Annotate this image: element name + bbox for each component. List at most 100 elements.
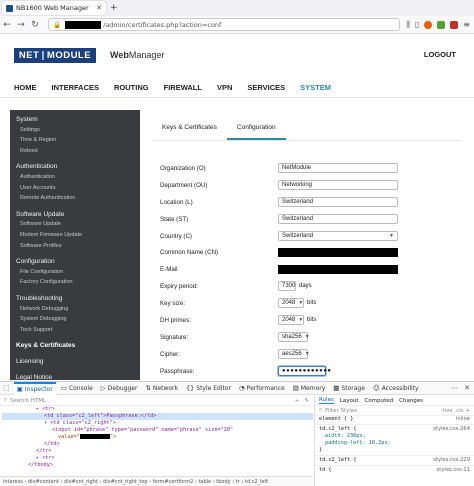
url-bar[interactable]: 🔒 /admin/certificates.php?action=conf: [48, 18, 401, 31]
css-rule-c2-left-2[interactable]: styles.css:229 td.c2_left {: [315, 457, 474, 464]
department-input[interactable]: Networking: [278, 180, 398, 190]
devtools-tab-network[interactable]: ⇅ Network: [142, 382, 181, 395]
nav-interfaces[interactable]: INTERFACES: [52, 83, 100, 92]
organization-input[interactable]: NetModule: [278, 163, 398, 173]
sidebar-item-modem-firmware-update[interactable]: Modem Firmware Update: [10, 232, 92, 238]
tab-keys-certificates[interactable]: Keys & Certificates: [152, 120, 227, 140]
signature-select[interactable]: sha256 ▼: [278, 332, 310, 342]
pick-element-icon[interactable]: ⬚: [3, 384, 10, 392]
css-rule-td[interactable]: styles.css:11 td {: [315, 467, 474, 474]
common-name-input-redacted[interactable]: [278, 247, 398, 257]
logout-link[interactable]: LOGOUT: [424, 50, 456, 59]
devtools-tab-style-editor[interactable]: {} Style Editor: [183, 382, 234, 395]
keysize-unit: bits: [307, 300, 317, 306]
devtools-tab-memory[interactable]: ▤ Memory: [290, 382, 329, 395]
sidebar-item-licensing[interactable]: Licensing: [10, 358, 49, 365]
tab-changes[interactable]: Changes: [399, 398, 423, 404]
devtools-tab-storage[interactable]: ▦ Storage: [330, 382, 368, 395]
code-line[interactable]: ▸ <tr>: [2, 455, 313, 462]
tab-configuration[interactable]: Configuration: [226, 120, 286, 140]
nav-firewall[interactable]: FIREWALL: [164, 83, 202, 92]
keysize-select[interactable]: 2048 ▼: [278, 298, 304, 308]
sidebar-item-troubleshooting[interactable]: Troubleshooting: [10, 295, 68, 302]
sidebar-item-file-configuration[interactable]: File Configuration: [10, 269, 73, 275]
sidebar-item-tech-support[interactable]: Tech Support: [10, 327, 62, 333]
sidebar-item-authentication[interactable]: Authentication: [10, 174, 65, 180]
cipher-select[interactable]: aes256 ▼: [278, 349, 310, 359]
forward-icon[interactable]: →: [14, 20, 28, 30]
browser-tab[interactable]: NB1600 Web Manager ✕: [2, 1, 106, 15]
code-line[interactable]: </tr>: [2, 448, 313, 455]
close-tab-icon[interactable]: ✕: [96, 4, 102, 12]
tab-layout[interactable]: Layout: [340, 398, 359, 404]
code-line[interactable]: ▾ <td class="c2_right">: [2, 420, 313, 427]
sidebar-item-keys-certificates[interactable]: Keys & Certificates: [10, 342, 81, 349]
css-rule-element[interactable]: inline element { }: [315, 416, 474, 423]
devtools-options-icon[interactable]: ⋯: [451, 384, 458, 392]
sidebar-item-software-update[interactable]: Software Update: [10, 221, 71, 227]
code-line[interactable]: <input id="phrase" type="password" name=…: [2, 427, 313, 434]
sidebar-toggle-icon[interactable]: ▯: [415, 20, 419, 29]
tab-computed[interactable]: Computed: [365, 398, 394, 404]
extension-icon[interactable]: [450, 20, 459, 29]
netmodule-logo[interactable]: NET MODULE: [14, 47, 96, 63]
sidebar-item-factory-configuration[interactable]: Factory Configuration: [10, 279, 83, 285]
devtools-tab-inspector[interactable]: ▣ Inspector: [13, 381, 56, 395]
devtools-tab-performance[interactable]: ◔ Performance: [236, 382, 288, 395]
nav-vpn[interactable]: VPN: [217, 83, 232, 92]
passphrase-input[interactable]: ●●●●●●●●●●●●: [278, 366, 331, 376]
expiry-input[interactable]: 7300: [278, 281, 296, 291]
sidebar-item-remote-authentication[interactable]: Remote Authentication: [10, 195, 85, 201]
eyedropper-icon[interactable]: ✎: [304, 398, 309, 404]
nav-system[interactable]: SYSTEM: [300, 83, 331, 92]
chevron-down-icon: ▼: [304, 351, 310, 357]
code-line-selected[interactable]: <td class="c2_left">Passphrase:</td>: [2, 413, 313, 420]
sidebar-item-system-debugging[interactable]: System Debugging: [10, 316, 76, 322]
code-line[interactable]: value=" ">: [2, 434, 313, 441]
close-devtools-icon[interactable]: ✕: [464, 384, 470, 392]
sidebar-item-time-region[interactable]: Time & Region: [10, 137, 66, 143]
devtools-tab-accessibility[interactable]: ☺ Accessibility: [370, 382, 422, 395]
filter-styles[interactable]: ⌕ Filter Styles :hov .cls +: [315, 406, 474, 416]
library-icon[interactable]: ⫼: [406, 20, 410, 30]
reload-icon[interactable]: ↻: [28, 20, 42, 30]
extension-icon[interactable]: [424, 20, 433, 29]
location-input[interactable]: Switzerland: [278, 197, 398, 207]
tab-divider: [152, 140, 462, 141]
sidebar-item-network-debugging[interactable]: Network Debugging: [10, 306, 78, 312]
devtools-tab-debugger[interactable]: ▷ Debugger: [98, 382, 141, 395]
menu-icon[interactable]: ≡: [463, 20, 470, 29]
url-text: /admin/certificates.php?action=conf: [103, 20, 222, 29]
code-line[interactable]: </tbody>: [2, 462, 313, 469]
country-select[interactable]: Switzerland ▼: [278, 231, 398, 241]
sidebar-item-reboot[interactable]: Reboot: [10, 148, 48, 154]
code-line[interactable]: </td>: [2, 441, 313, 448]
state-input[interactable]: Switzerland: [278, 214, 398, 224]
html-search[interactable]: ⌕ Search HTML + ✎: [0, 396, 313, 406]
back-icon[interactable]: ←: [0, 20, 14, 30]
nav-routing[interactable]: ROUTING: [114, 83, 149, 92]
sidebar-item-software-update[interactable]: Software Update: [10, 211, 70, 218]
dh-select[interactable]: 2048 ▼: [278, 315, 304, 325]
nav-home[interactable]: HOME: [14, 83, 37, 92]
css-rule-c2-left[interactable]: styles.css:264 td.c2_left { width: 236px…: [315, 426, 474, 454]
sidebar-item-system[interactable]: System: [10, 116, 44, 123]
tab-rules[interactable]: Rules: [319, 397, 334, 404]
filter-toggles[interactable]: :hov .cls +: [441, 408, 470, 414]
sidebar-item-authentication[interactable]: Authentication: [10, 163, 63, 170]
sidebar: System Settings Time & Region Reboot Authent…: [10, 110, 140, 380]
sidebar-item-configuration[interactable]: Configuration: [10, 258, 61, 265]
extension-icon[interactable]: [437, 20, 446, 29]
devtools-tab-console[interactable]: ▭ Console: [58, 382, 96, 395]
new-tab-icon[interactable]: +: [110, 3, 118, 13]
sidebar-item-settings[interactable]: Settings: [10, 127, 50, 133]
sidebar-item-software-profiles[interactable]: Software Profiles: [10, 243, 72, 249]
code-line[interactable]: ▸ <tr>: [2, 406, 313, 413]
nav-services[interactable]: SERVICES: [247, 83, 285, 92]
sidebar-item-legal-notice[interactable]: Legal Notice: [10, 374, 58, 380]
sidebar-item-user-accounts[interactable]: User Accounts: [10, 185, 65, 191]
dh-unit: bits: [307, 317, 317, 323]
email-input-redacted[interactable]: [278, 264, 398, 274]
add-node-icon[interactable]: +: [295, 398, 300, 404]
inspector-icon: ▣: [16, 385, 23, 393]
